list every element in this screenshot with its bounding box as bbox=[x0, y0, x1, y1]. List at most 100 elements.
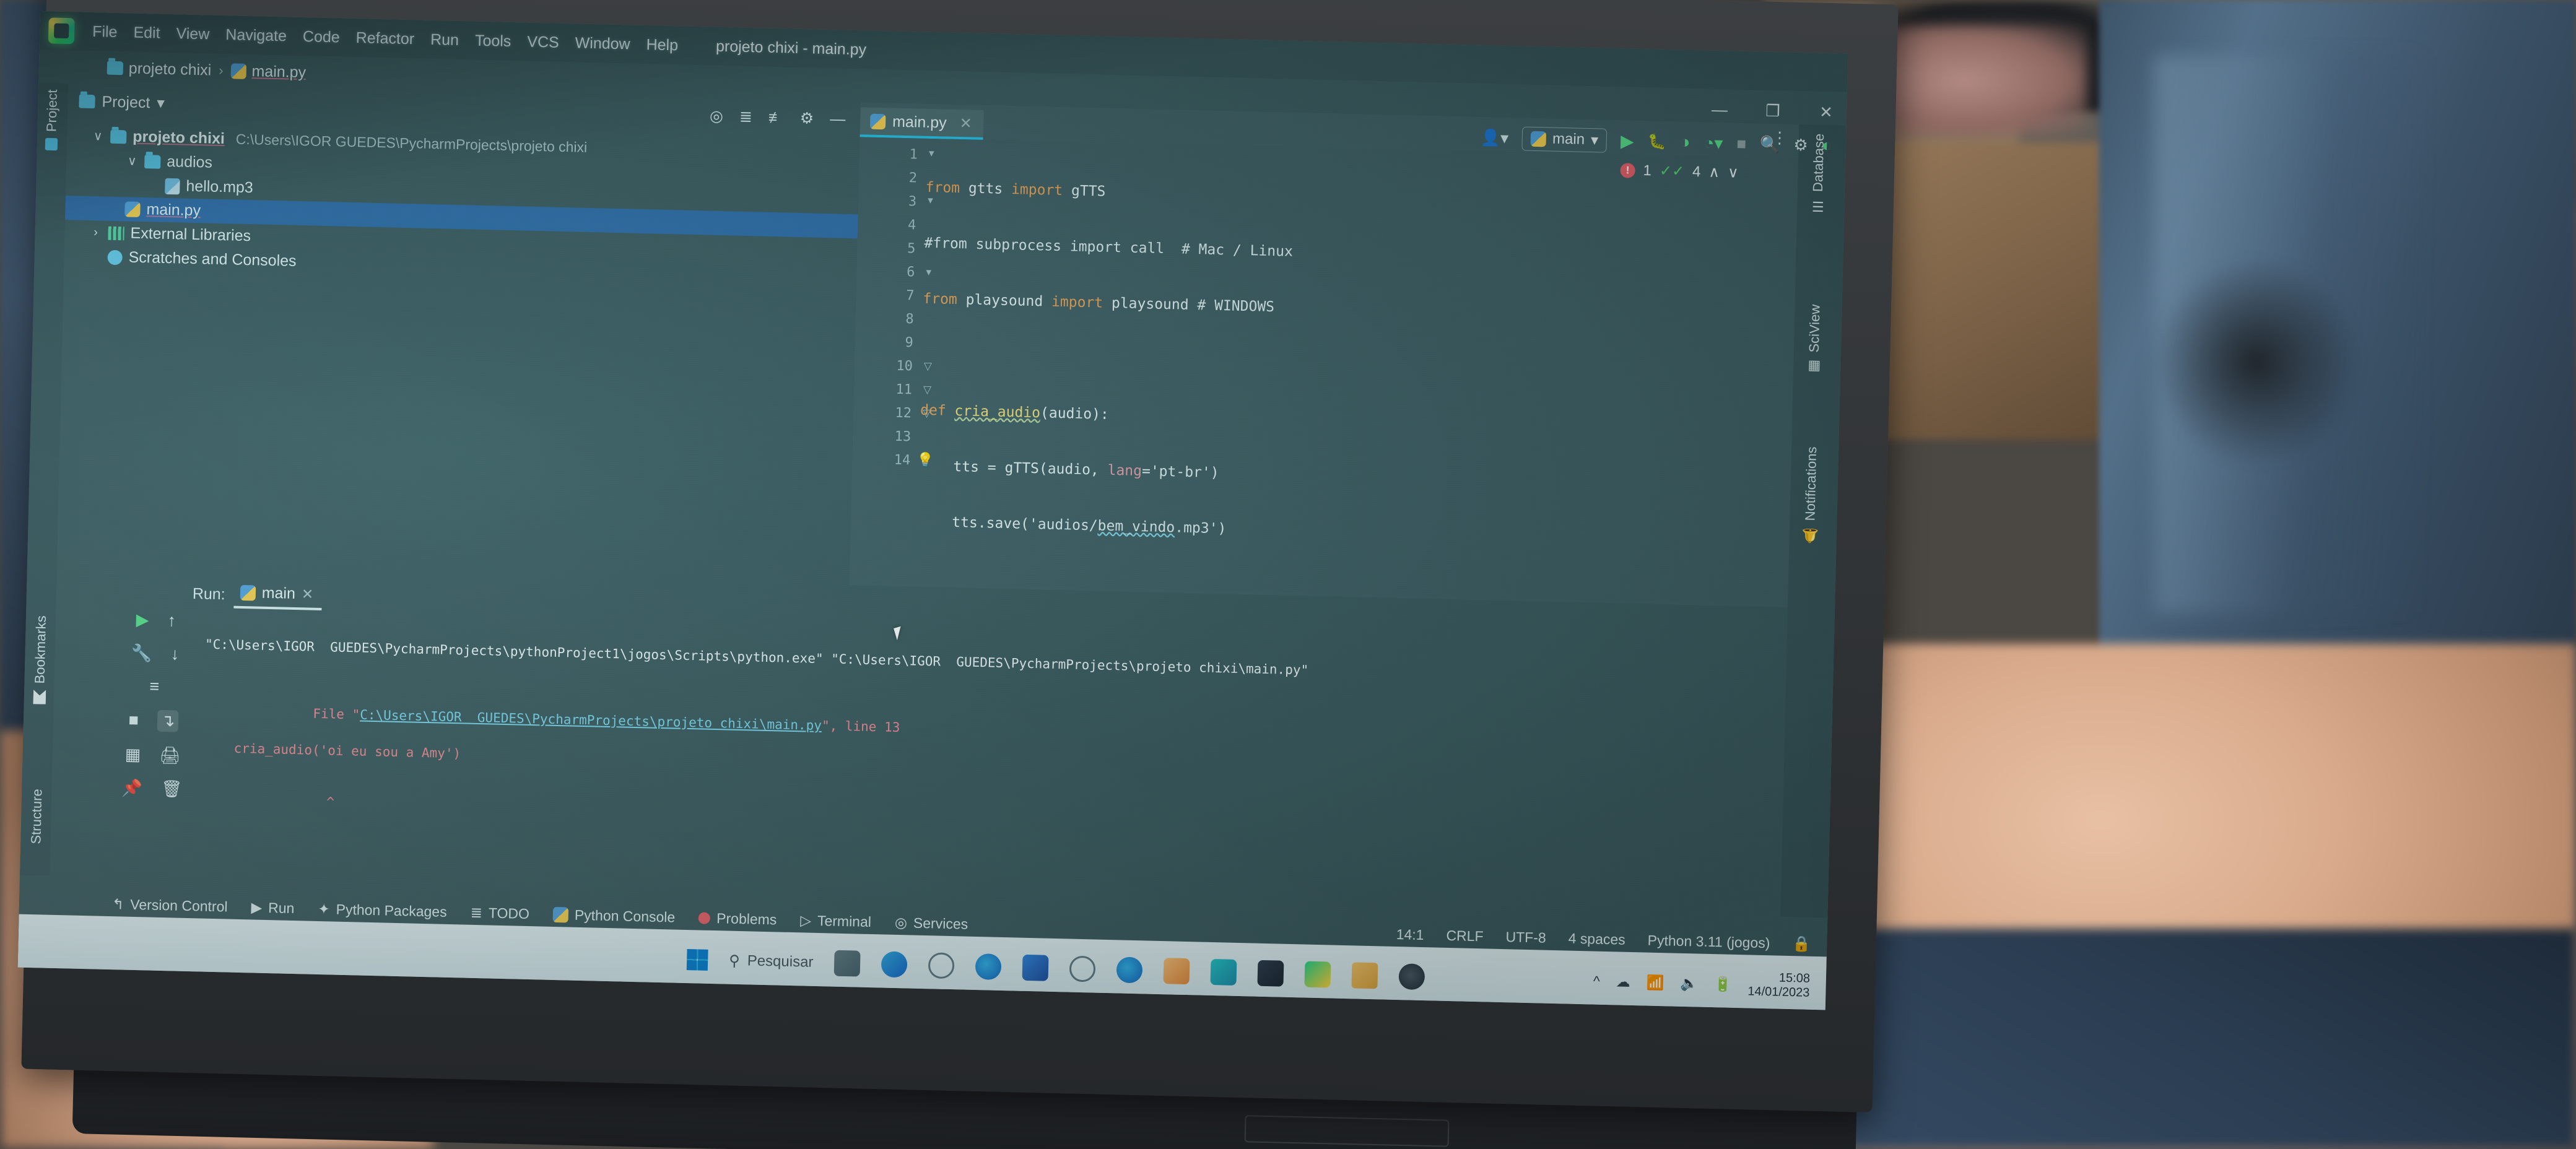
breadcrumb-project[interactable]: projeto chixi bbox=[107, 59, 212, 79]
chevron-down-icon[interactable]: ▾ bbox=[157, 93, 165, 112]
menu-navigate[interactable]: Navigate bbox=[217, 22, 295, 49]
file-encoding[interactable]: UTF-8 bbox=[1505, 929, 1546, 947]
tab-main-py[interactable]: main.py ✕ bbox=[859, 107, 984, 140]
clion-icon[interactable] bbox=[1210, 958, 1237, 986]
idea-icon[interactable] bbox=[1257, 960, 1284, 987]
stop-icon[interactable]: ■ bbox=[1736, 134, 1746, 153]
indent-setting[interactable]: 4 spaces bbox=[1568, 930, 1625, 948]
tool-button-version-control[interactable]: ↰ Version Control bbox=[112, 896, 228, 915]
edge-icon[interactable] bbox=[975, 953, 1002, 980]
breadcrumb-file[interactable]: main.py bbox=[230, 62, 306, 82]
close-icon[interactable]: ✕ bbox=[302, 586, 314, 602]
tool-button-services[interactable]: ◎ Services bbox=[895, 914, 968, 932]
search-icon[interactable]: 🔍 bbox=[1760, 134, 1780, 154]
wifi-icon[interactable]: 📶 bbox=[1646, 974, 1664, 991]
settings-icon[interactable]: ⚙ bbox=[1793, 135, 1808, 155]
settings-icon[interactable]: 🔧 bbox=[131, 643, 152, 664]
user-icon[interactable]: 👤▾ bbox=[1480, 128, 1508, 147]
lock-icon[interactable]: 🔒 bbox=[1792, 935, 1811, 953]
print-icon[interactable]: 🖨 bbox=[159, 745, 181, 766]
scroll-to-end-icon[interactable]: ↴ bbox=[157, 709, 179, 732]
next-problem-icon[interactable]: ∨ bbox=[1728, 163, 1739, 181]
prev-problem-icon[interactable]: ∧ bbox=[1708, 163, 1720, 181]
chrome-icon[interactable] bbox=[1116, 956, 1143, 984]
chevron-down-icon[interactable]: ∨ bbox=[126, 153, 139, 168]
teams-icon[interactable] bbox=[881, 951, 908, 978]
console-file-link[interactable]: C:\Users\IGOR GUEDES\PycharmProjects\pro… bbox=[360, 707, 822, 733]
tool-button-problems-label: Problems bbox=[716, 909, 777, 927]
stop-icon[interactable]: ■ bbox=[128, 711, 139, 730]
run-coverage-icon[interactable]: ◑ bbox=[1679, 132, 1690, 152]
tool-button-terminal[interactable]: ▷ Terminal bbox=[800, 912, 871, 930]
pycharm-icon[interactable] bbox=[1304, 961, 1331, 988]
tool-button-python-packages[interactable]: ✦ Python Packages bbox=[318, 900, 447, 920]
soft-wrap-icon[interactable]: ≡ bbox=[149, 677, 159, 696]
sidebar-item-structure[interactable]: Structure bbox=[28, 789, 45, 844]
locate-icon[interactable]: ◎ bbox=[710, 107, 724, 126]
caret-position[interactable]: 14:1 bbox=[1396, 926, 1424, 943]
line-number: 1 bbox=[909, 147, 918, 163]
minimize-button[interactable]: — bbox=[1710, 100, 1730, 120]
taskbar-clock[interactable]: 15:08 14/01/2023 bbox=[1747, 970, 1810, 1000]
settings-icon[interactable] bbox=[1069, 955, 1096, 982]
menu-edit[interactable]: Edit bbox=[125, 20, 168, 46]
menu-tools[interactable]: Tools bbox=[467, 28, 520, 54]
trash-icon[interactable]: 🗑 bbox=[161, 779, 183, 799]
code-editor[interactable]: 1 2 3 4 5 6 7 8 9 10 11 12 13 14 ▾ ▾ ▾ ▽… bbox=[849, 137, 1799, 870]
cy-icon[interactable] bbox=[928, 952, 955, 979]
layout-icon[interactable]: ▦ bbox=[124, 745, 141, 765]
menu-code[interactable]: Code bbox=[294, 24, 348, 50]
tool-button-run[interactable]: ▶ Run bbox=[251, 899, 294, 917]
menu-help[interactable]: Help bbox=[638, 32, 686, 58]
hide-icon[interactable]: — bbox=[830, 110, 846, 129]
folder-icon[interactable] bbox=[1351, 962, 1378, 989]
down-stack-icon[interactable]: ↓ bbox=[170, 644, 179, 664]
settings-icon[interactable]: ⚙ bbox=[799, 109, 814, 128]
tool-button-todo[interactable]: ≣ TODO bbox=[470, 904, 529, 922]
media-player-icon[interactable] bbox=[1398, 963, 1425, 991]
menu-vcs[interactable]: VCS bbox=[519, 29, 567, 56]
collapse-all-icon[interactable]: ≢ bbox=[768, 108, 785, 127]
project-pane-title[interactable]: Project ▾ bbox=[79, 92, 165, 113]
cloud-icon[interactable]: ☁ bbox=[1616, 973, 1630, 991]
error-count: 1 bbox=[1643, 162, 1652, 179]
rerun-icon[interactable]: ▶ bbox=[136, 610, 149, 630]
battery-icon[interactable]: 🔋 bbox=[1714, 976, 1732, 993]
sidebar-item-project[interactable]: Project bbox=[43, 89, 61, 151]
store-icon[interactable] bbox=[1022, 954, 1049, 981]
maximize-button[interactable]: ❐ bbox=[1764, 102, 1783, 121]
sidebar-item-sciview[interactable]: ▦ SciView bbox=[1806, 304, 1824, 374]
expand-all-icon[interactable]: ≣ bbox=[739, 108, 753, 126]
chevron-up-icon[interactable]: ^ bbox=[1593, 973, 1600, 989]
python-interpreter[interactable]: Python 3.11 (jogos) bbox=[1647, 932, 1770, 952]
run-console[interactable]: "C:\Users\IGOR GUEDES\PycharmProjects\py… bbox=[199, 607, 1781, 926]
menu-window[interactable]: Window bbox=[567, 30, 638, 58]
account-icon[interactable]: ◐ bbox=[1821, 136, 1832, 155]
taskbar-search[interactable]: ⚲ Pesquisar bbox=[729, 952, 814, 971]
up-stack-icon[interactable]: ↑ bbox=[167, 611, 176, 630]
run-configuration-selector[interactable]: main ▾ bbox=[1521, 126, 1608, 153]
diagram-icon[interactable] bbox=[1163, 958, 1190, 985]
explorer-icon[interactable] bbox=[833, 950, 861, 977]
line-separator[interactable]: CRLF bbox=[1446, 927, 1484, 944]
start-icon[interactable] bbox=[686, 949, 708, 971]
tool-button-version-control-label: Version Control bbox=[130, 896, 228, 915]
sidebar-item-bookmarks[interactable]: Bookmarks bbox=[32, 615, 50, 705]
pin-icon[interactable]: 📌 bbox=[121, 778, 142, 798]
chevron-down-icon[interactable]: ∨ bbox=[92, 128, 105, 144]
menu-file[interactable]: File bbox=[84, 19, 126, 45]
chevron-right-icon[interactable]: › bbox=[89, 225, 102, 240]
tool-button-python-console[interactable]: Python Console bbox=[552, 906, 676, 926]
run-icon[interactable]: ▶ bbox=[1621, 131, 1634, 151]
run-tab-main[interactable]: main ✕ bbox=[233, 581, 323, 610]
menu-refactor[interactable]: Refactor bbox=[347, 25, 422, 52]
volume-icon[interactable]: 🔈 bbox=[1680, 974, 1698, 992]
profile-icon[interactable]: ◔▾ bbox=[1704, 132, 1723, 154]
close-button[interactable]: ✕ bbox=[1817, 103, 1836, 123]
close-icon[interactable]: ✕ bbox=[959, 115, 972, 132]
tool-button-problems[interactable]: Problems bbox=[698, 909, 777, 928]
menu-view[interactable]: View bbox=[168, 20, 218, 47]
menu-run[interactable]: Run bbox=[422, 27, 468, 53]
sidebar-item-notifications[interactable]: 🔔 Notifications bbox=[1802, 446, 1821, 544]
debug-icon[interactable]: 🐛 bbox=[1647, 132, 1666, 151]
